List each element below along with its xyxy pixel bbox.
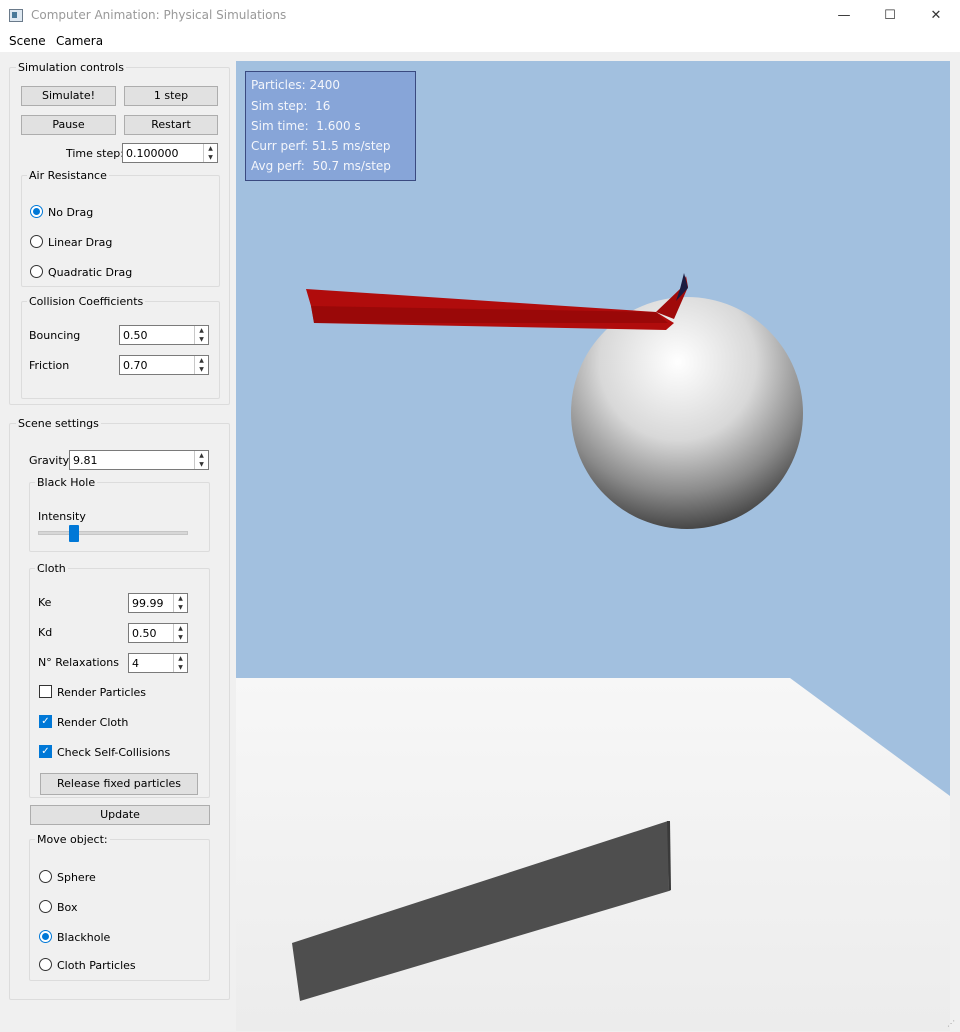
quadratic-drag-label: Quadratic Drag <box>48 266 133 279</box>
render-particles-checkbox[interactable] <box>39 685 52 698</box>
gravity-label: Gravity <box>29 454 70 467</box>
bouncing-label: Bouncing <box>29 329 81 342</box>
spin-up-icon[interactable]: ▲ <box>174 654 187 663</box>
stats-overlay: Particles: 2400 Sim step: 16 Sim time: 1… <box>245 71 416 181</box>
stats-avg-perf: Avg perf: 50.7 ms/step <box>251 159 391 173</box>
menu-scene[interactable]: Scene <box>9 34 46 48</box>
relaxations-label: N° Relaxations <box>38 656 119 669</box>
render-cloth-checkbox[interactable]: ✓ <box>39 715 52 728</box>
blackhole-radio[interactable] <box>39 930 52 943</box>
render-particles-label: Render Particles <box>57 686 147 699</box>
box-label: Box <box>57 901 78 914</box>
scene-render <box>236 273 950 1031</box>
blackhole-label: Blackhole <box>57 931 111 944</box>
intensity-slider[interactable] <box>38 531 188 535</box>
simulate-button[interactable]: Simulate! <box>21 86 116 106</box>
intensity-label: Intensity <box>38 510 86 523</box>
no-drag-label: No Drag <box>48 206 94 219</box>
friction-value: 0.70 <box>123 359 148 372</box>
ke-spinbox[interactable]: 99.99 ▲ ▼ <box>128 593 188 613</box>
friction-spinbox[interactable]: 0.70 ▲ ▼ <box>119 355 209 375</box>
self-collisions-label: Check Self-Collisions <box>57 746 171 759</box>
spin-up-icon[interactable]: ▲ <box>204 144 217 153</box>
no-drag-radio[interactable] <box>30 205 43 218</box>
relaxations-value: 4 <box>132 657 139 670</box>
render-cloth-label: Render Cloth <box>57 716 129 729</box>
spin-up-icon[interactable]: ▲ <box>195 326 208 335</box>
spin-up-icon[interactable]: ▲ <box>174 594 187 603</box>
quadratic-drag-radio[interactable] <box>30 265 43 278</box>
spin-down-icon[interactable]: ▼ <box>174 633 187 642</box>
stats-particles: Particles: 2400 <box>251 78 340 92</box>
menu-bar: Scene Camera <box>0 31 960 52</box>
spin-down-icon[interactable]: ▼ <box>195 460 208 469</box>
bouncing-value: 0.50 <box>123 329 148 342</box>
friction-label: Friction <box>29 359 70 372</box>
cloth-title: Cloth <box>35 562 68 575</box>
sphere-object <box>571 297 803 529</box>
time-step-spinbox[interactable]: 0.100000 ▲ ▼ <box>122 143 218 163</box>
bouncing-spinbox[interactable]: 0.50 ▲ ▼ <box>119 325 209 345</box>
maximize-button[interactable]: ☐ <box>867 0 913 31</box>
self-collisions-checkbox[interactable]: ✓ <box>39 745 52 758</box>
linear-drag-label: Linear Drag <box>48 236 113 249</box>
relaxations-spinbox[interactable]: 4 ▲ ▼ <box>128 653 188 673</box>
gravity-value: 9.81 <box>73 454 98 467</box>
stats-sim-step: Sim step: 16 <box>251 99 331 113</box>
restart-button[interactable]: Restart <box>124 115 218 135</box>
simulation-controls-title: Simulation controls <box>16 61 126 74</box>
spin-up-icon[interactable]: ▲ <box>195 451 208 460</box>
title-bar: Computer Animation: Physical Simulations… <box>0 0 960 31</box>
release-fixed-particles-button[interactable]: Release fixed particles <box>40 773 198 795</box>
stats-curr-perf: Curr perf: 51.5 ms/step <box>251 139 391 153</box>
kd-spinbox[interactable]: 0.50 ▲ ▼ <box>128 623 188 643</box>
time-step-label: Time step: <box>66 147 124 160</box>
pause-button[interactable]: Pause <box>21 115 116 135</box>
air-resistance-title: Air Resistance <box>27 169 109 182</box>
control-panel: Simulation controls Simulate! 1 step Pau… <box>0 52 236 1032</box>
kd-label: Kd <box>38 626 53 639</box>
spin-down-icon[interactable]: ▼ <box>195 365 208 374</box>
sphere-label: Sphere <box>57 871 96 884</box>
close-button[interactable]: ✕ <box>913 0 959 31</box>
window-title: Computer Animation: Physical Simulations <box>31 8 287 22</box>
time-step-value: 0.100000 <box>126 147 179 160</box>
collision-title: Collision Coefficients <box>27 295 146 308</box>
stats-sim-time: Sim time: 1.600 s <box>251 119 361 133</box>
black-hole-title: Black Hole <box>35 476 98 489</box>
menu-camera[interactable]: Camera <box>56 34 103 48</box>
cloth-particles-radio[interactable] <box>39 958 52 971</box>
spin-up-icon[interactable]: ▲ <box>174 624 187 633</box>
resize-grip-icon[interactable]: ⋰ <box>947 1019 957 1029</box>
simulation-viewport[interactable]: Particles: 2400 Sim step: 16 Sim time: 1… <box>236 61 950 1031</box>
ke-label: Ke <box>38 596 52 609</box>
spin-down-icon[interactable]: ▼ <box>195 335 208 344</box>
spin-down-icon[interactable]: ▼ <box>174 603 187 612</box>
update-button[interactable]: Update <box>30 805 210 825</box>
box-radio[interactable] <box>39 900 52 913</box>
minimize-button[interactable]: — <box>821 0 867 31</box>
scene-settings-title: Scene settings <box>16 417 101 430</box>
linear-drag-radio[interactable] <box>30 235 43 248</box>
spin-down-icon[interactable]: ▼ <box>204 153 217 162</box>
ke-value: 99.99 <box>132 597 164 610</box>
move-object-title: Move object: <box>35 833 110 846</box>
spin-down-icon[interactable]: ▼ <box>174 663 187 672</box>
collision-group <box>21 301 220 399</box>
app-icon <box>9 9 23 22</box>
gravity-spinbox[interactable]: 9.81 ▲ ▼ <box>69 450 209 470</box>
one-step-button[interactable]: 1 step <box>124 86 218 106</box>
cloth-particles-label: Cloth Particles <box>57 959 136 972</box>
spin-up-icon[interactable]: ▲ <box>195 356 208 365</box>
sphere-radio[interactable] <box>39 870 52 883</box>
kd-value: 0.50 <box>132 627 157 640</box>
intensity-slider-handle[interactable] <box>68 525 79 542</box>
